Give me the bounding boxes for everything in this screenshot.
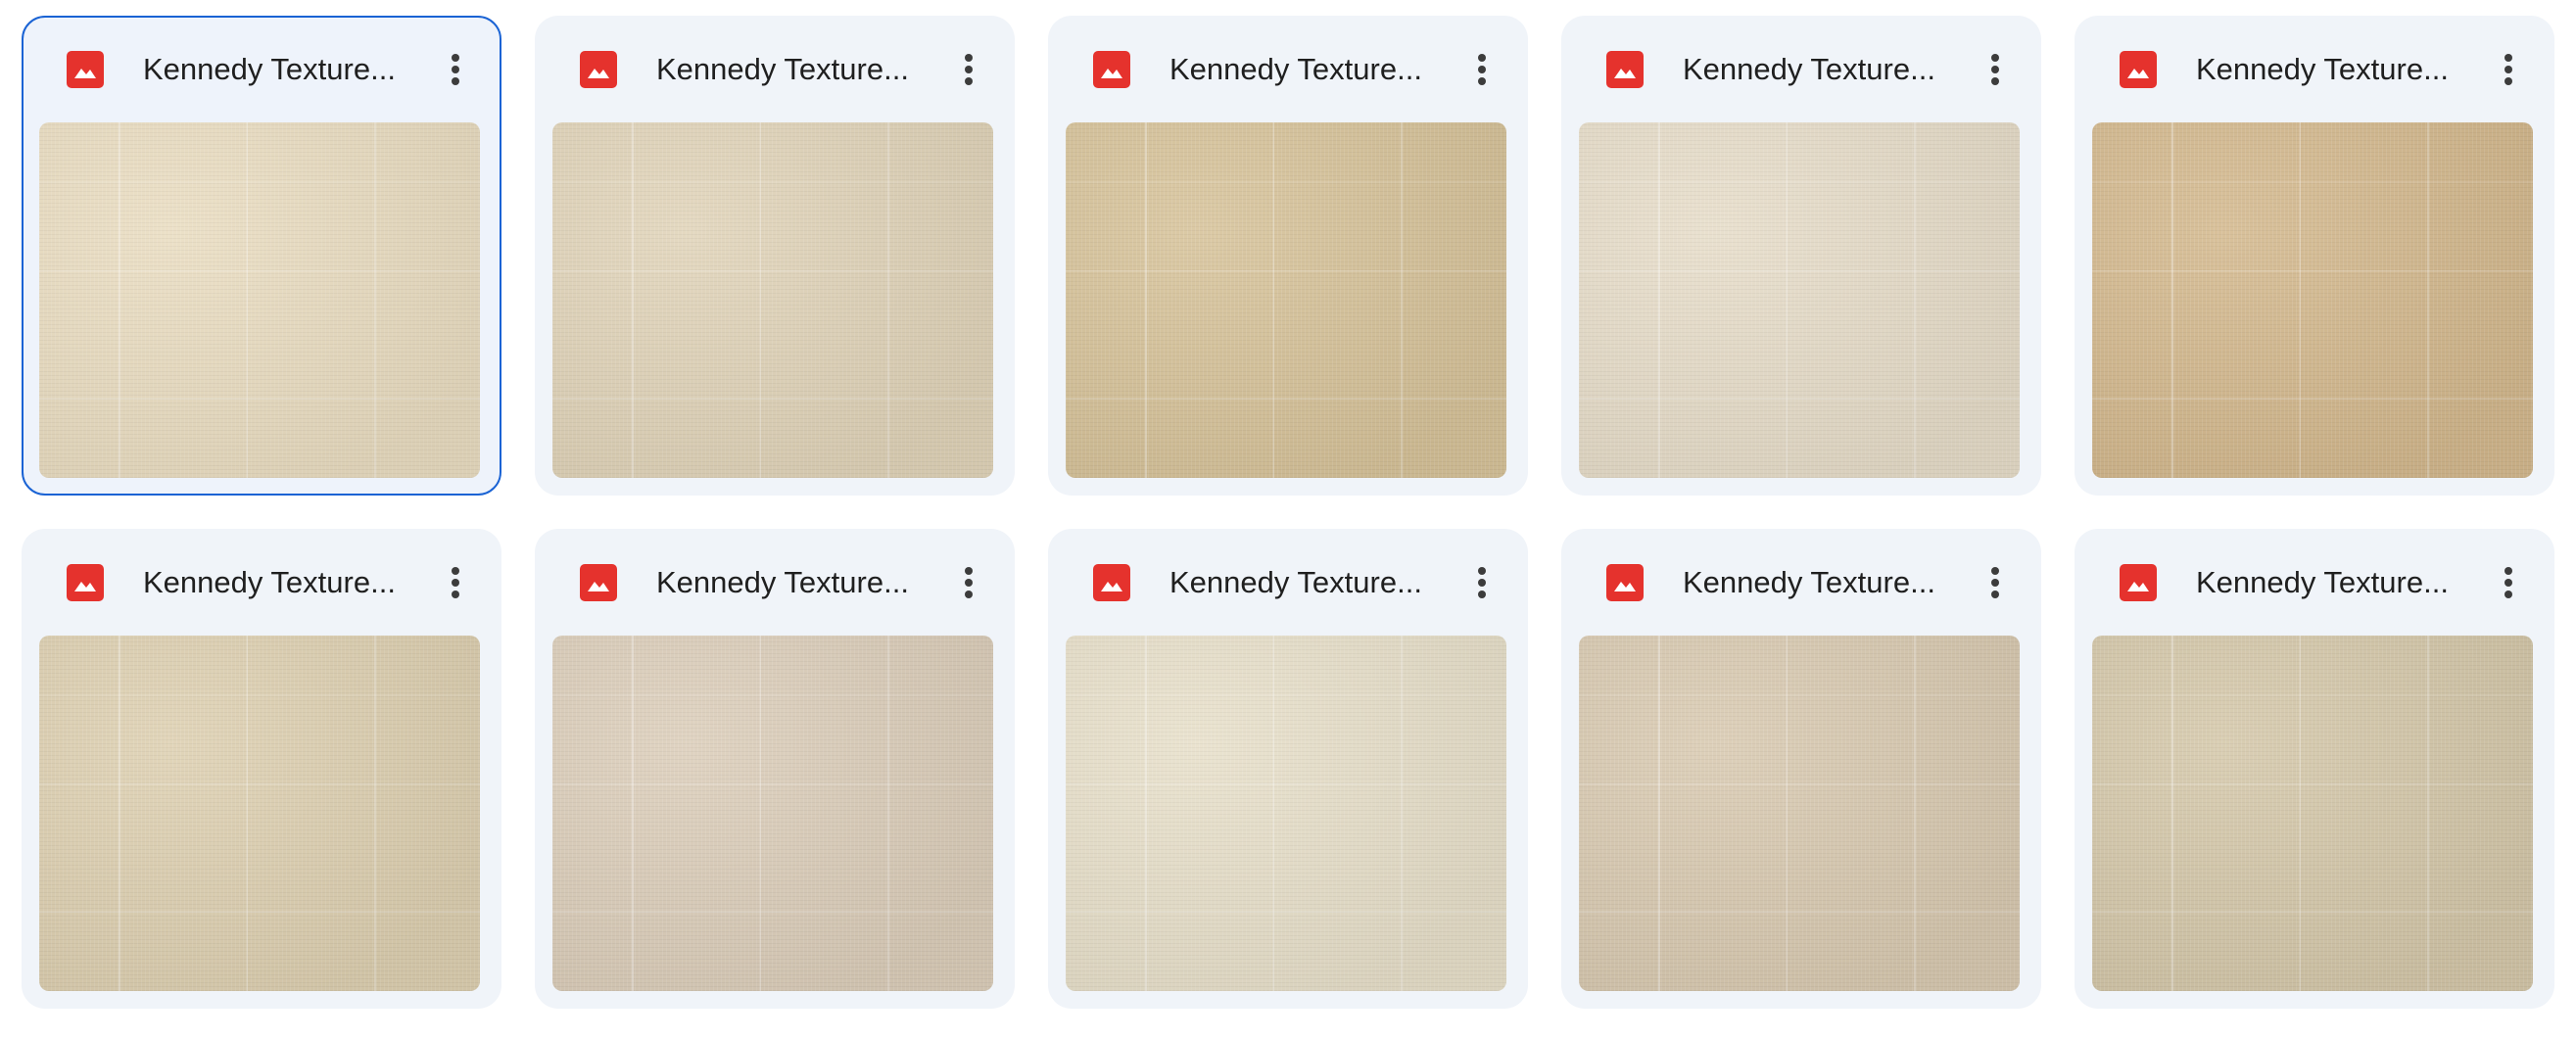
file-grid: Kennedy Texture... Kennedy Texture... Ke… bbox=[22, 16, 2554, 1009]
fabric-shading bbox=[1066, 122, 1506, 478]
fabric-shading bbox=[39, 122, 480, 478]
file-thumbnail[interactable] bbox=[1066, 636, 1506, 991]
file-card-7[interactable]: Kennedy Texture... bbox=[535, 529, 1015, 1009]
image-file-icon bbox=[2120, 564, 2157, 601]
file-card-6[interactable]: Kennedy Texture... bbox=[22, 529, 501, 1009]
image-file-icon bbox=[67, 564, 104, 601]
image-file-icon bbox=[1093, 564, 1130, 601]
file-thumbnail[interactable] bbox=[1066, 122, 1506, 478]
fabric-shading bbox=[2092, 122, 2533, 478]
file-name: Kennedy Texture... bbox=[1683, 52, 1935, 86]
more-vert-icon[interactable] bbox=[1971, 558, 2020, 607]
file-card-header: Kennedy Texture... bbox=[535, 16, 1015, 123]
file-thumbnail[interactable] bbox=[552, 122, 993, 478]
fabric-shading bbox=[552, 122, 993, 478]
image-file-icon bbox=[2120, 51, 2157, 88]
file-thumbnail[interactable] bbox=[2092, 122, 2533, 478]
more-vert-icon[interactable] bbox=[1971, 45, 2020, 94]
file-card-header: Kennedy Texture... bbox=[1048, 529, 1528, 637]
file-card-10[interactable]: Kennedy Texture... bbox=[2075, 529, 2554, 1009]
image-file-icon bbox=[580, 51, 617, 88]
fabric-shading bbox=[39, 636, 480, 991]
file-name: Kennedy Texture... bbox=[1169, 565, 1422, 599]
more-vert-icon[interactable] bbox=[431, 45, 480, 94]
file-card-4[interactable]: Kennedy Texture... bbox=[1561, 16, 2041, 496]
file-card-header: Kennedy Texture... bbox=[1048, 16, 1528, 123]
more-vert-icon[interactable] bbox=[431, 558, 480, 607]
file-name: Kennedy Texture... bbox=[2196, 565, 2449, 599]
fabric-shading bbox=[552, 636, 993, 991]
file-thumbnail[interactable] bbox=[552, 636, 993, 991]
file-thumbnail[interactable] bbox=[39, 122, 480, 478]
file-card-8[interactable]: Kennedy Texture... bbox=[1048, 529, 1528, 1009]
file-card-header: Kennedy Texture... bbox=[22, 529, 501, 637]
fabric-shading bbox=[2092, 636, 2533, 991]
image-file-icon bbox=[67, 51, 104, 88]
image-file-icon bbox=[1606, 564, 1644, 601]
more-vert-icon[interactable] bbox=[1457, 45, 1506, 94]
file-card-header: Kennedy Texture... bbox=[2075, 16, 2554, 123]
file-thumbnail[interactable] bbox=[2092, 636, 2533, 991]
file-card-header: Kennedy Texture... bbox=[24, 18, 500, 125]
more-vert-icon[interactable] bbox=[2484, 45, 2533, 94]
file-card-header: Kennedy Texture... bbox=[535, 529, 1015, 637]
file-thumbnail[interactable] bbox=[1579, 636, 2020, 991]
file-card-header: Kennedy Texture... bbox=[1561, 16, 2041, 123]
file-name: Kennedy Texture... bbox=[656, 565, 909, 599]
fabric-shading bbox=[1066, 636, 1506, 991]
file-card-1[interactable]: Kennedy Texture... bbox=[22, 16, 501, 496]
file-thumbnail[interactable] bbox=[1579, 122, 2020, 478]
file-card-2[interactable]: Kennedy Texture... bbox=[535, 16, 1015, 496]
file-name: Kennedy Texture... bbox=[1683, 565, 1935, 599]
file-card-5[interactable]: Kennedy Texture... bbox=[2075, 16, 2554, 496]
more-vert-icon[interactable] bbox=[1457, 558, 1506, 607]
file-thumbnail[interactable] bbox=[39, 636, 480, 991]
file-name: Kennedy Texture... bbox=[2196, 52, 2449, 86]
file-name: Kennedy Texture... bbox=[1169, 52, 1422, 86]
file-name: Kennedy Texture... bbox=[656, 52, 909, 86]
more-vert-icon[interactable] bbox=[944, 558, 993, 607]
more-vert-icon[interactable] bbox=[944, 45, 993, 94]
file-card-3[interactable]: Kennedy Texture... bbox=[1048, 16, 1528, 496]
more-vert-icon[interactable] bbox=[2484, 558, 2533, 607]
file-name: Kennedy Texture... bbox=[143, 565, 396, 599]
image-file-icon bbox=[1606, 51, 1644, 88]
fabric-shading bbox=[1579, 636, 2020, 991]
file-card-header: Kennedy Texture... bbox=[1561, 529, 2041, 637]
file-card-9[interactable]: Kennedy Texture... bbox=[1561, 529, 2041, 1009]
image-file-icon bbox=[1093, 51, 1130, 88]
image-file-icon bbox=[580, 564, 617, 601]
fabric-shading bbox=[1579, 122, 2020, 478]
file-name: Kennedy Texture... bbox=[143, 52, 396, 86]
file-card-header: Kennedy Texture... bbox=[2075, 529, 2554, 637]
